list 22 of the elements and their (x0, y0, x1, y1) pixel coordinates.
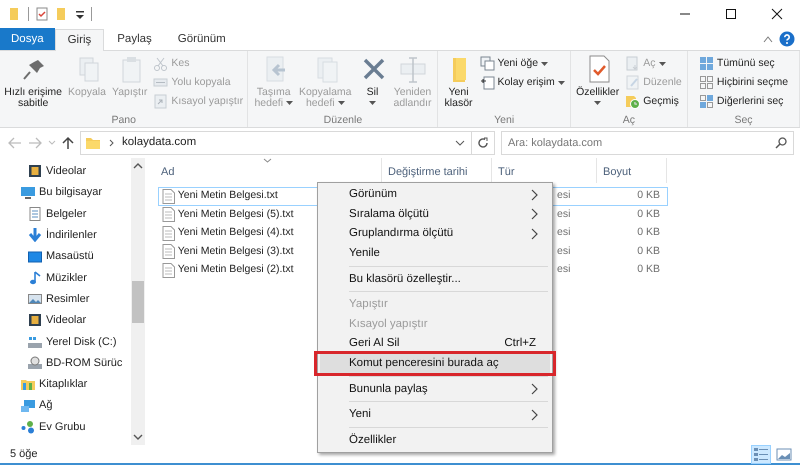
file-name: Yeni Metin Belgesi (2).txt (178, 262, 294, 278)
file-type: esi (557, 208, 570, 220)
group-label: Aç (622, 113, 636, 127)
item-count: 5 öğe (10, 446, 38, 462)
file-type: esi (557, 244, 570, 257)
group-label: Pano (111, 113, 136, 127)
group-label: Seç (734, 113, 753, 127)
group-label: Yeni (494, 113, 514, 127)
file-name: Yeni Metin Belgesi.txt (178, 188, 278, 204)
file-type: esi (557, 226, 570, 238)
group-label: Düzenle (324, 113, 362, 127)
file-size: 0 KB (637, 208, 660, 220)
file-name: Yeni Metin Belgesi (5).txt (178, 206, 294, 222)
file-name: Yeni Metin Belgesi (3).txt (178, 244, 294, 259)
file-type: esi (557, 189, 570, 202)
file-size: 0 KB (637, 244, 660, 257)
file-type: esi (557, 263, 570, 276)
file-name: Yeni Metin Belgesi (4).txt (178, 225, 294, 240)
shortcut-label: Ctrl+Z (504, 336, 536, 352)
file-size: 0 KB (637, 226, 660, 238)
file-size: 0 KB (637, 263, 660, 276)
file-size: 0 KB (637, 189, 660, 202)
